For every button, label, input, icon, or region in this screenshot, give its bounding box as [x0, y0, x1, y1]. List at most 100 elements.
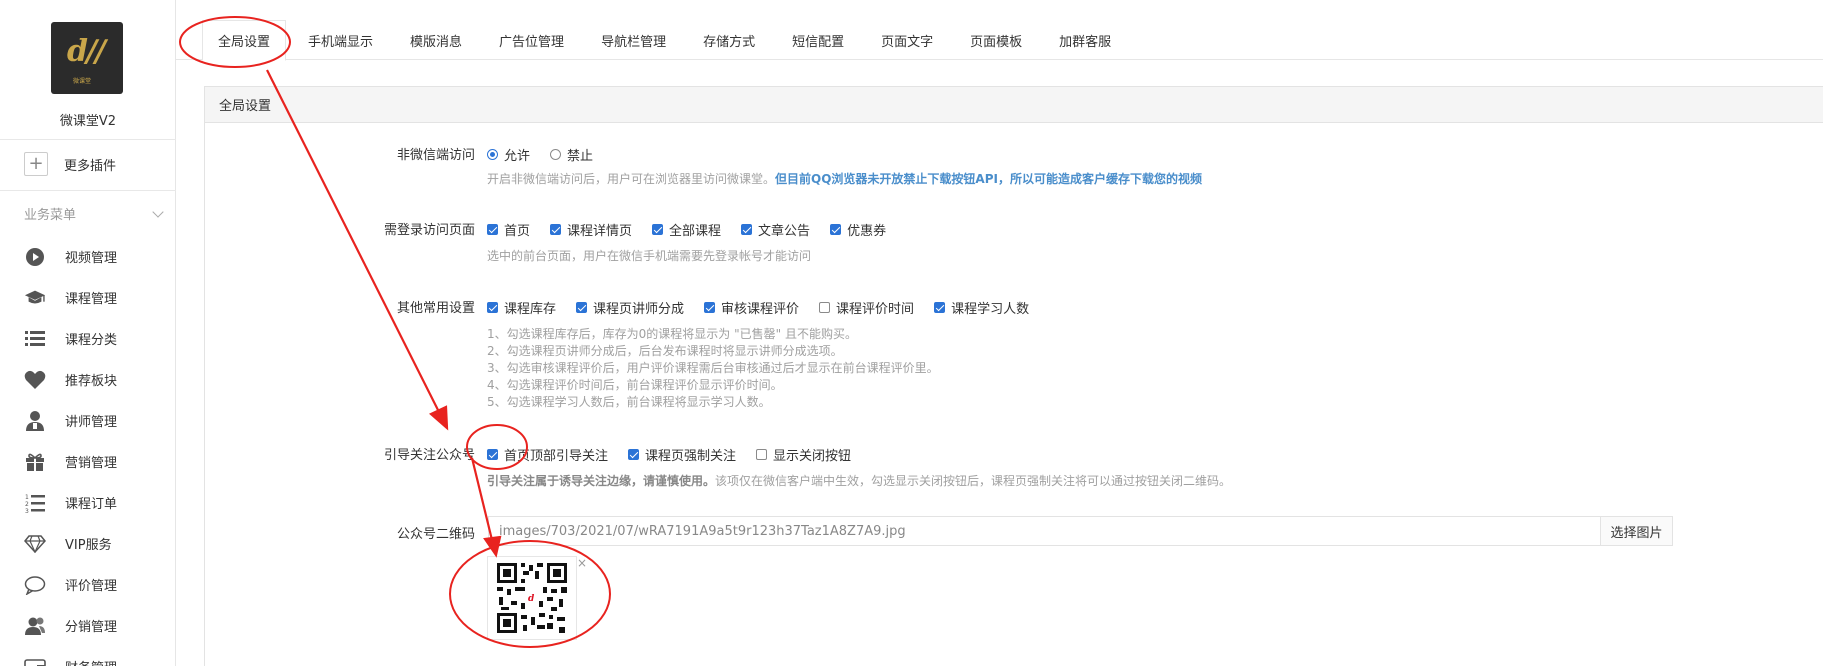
diamond-icon — [24, 533, 46, 555]
checkbox-checked-icon — [934, 302, 946, 313]
tab-ad-slots[interactable]: 广告位管理 — [484, 20, 579, 60]
sidebar-item-label: 视频管理 — [65, 251, 118, 266]
radio-unchecked-icon — [550, 149, 562, 160]
common-settings-label: 其他常用设置 — [396, 301, 475, 316]
coupons-checkbox[interactable]: 优惠券 — [830, 220, 886, 239]
radio-checked-icon — [487, 149, 498, 160]
nonwechat-access-label: 非微信端访问 — [396, 148, 475, 163]
wallet-icon — [24, 656, 46, 666]
course-force-follow-checkbox[interactable]: 课程页强制关注 — [628, 445, 736, 464]
list-icon — [24, 328, 46, 350]
learner-count-checkbox[interactable]: 课程学习人数 — [934, 298, 1029, 317]
course-detail-checkbox[interactable]: 课程详情页 — [550, 220, 632, 239]
tab-sms-config[interactable]: 短信配置 — [777, 20, 859, 60]
qrcode-picker: 选择图片 — [488, 516, 1673, 546]
note-line: 5、勾选课程学习人数后，前台课程将显示学习人数。 — [487, 395, 771, 409]
forbid-label: 禁止 — [567, 149, 594, 164]
checkbox-checked-icon — [628, 449, 640, 460]
svg-text:3: 3 — [25, 508, 29, 513]
teacher-share-checkbox[interactable]: 课程页讲师分成 — [576, 298, 684, 317]
logo-mark-icon: d// — [67, 34, 106, 69]
checkbox-checked-icon — [652, 224, 664, 235]
sidebar-item-marketing[interactable]: 营销管理 — [0, 441, 176, 482]
more-plugins-label: 更多插件 — [64, 158, 117, 174]
more-plugins-button[interactable]: + 更多插件 — [24, 152, 116, 176]
all-courses-checkbox[interactable]: 全部课程 — [652, 220, 721, 239]
sidebar-item-label: 财务管理 — [65, 657, 117, 666]
play-icon — [24, 246, 46, 268]
tab-nav-bar[interactable]: 导航栏管理 — [586, 20, 681, 60]
menu-group-label: 业务菜单 — [24, 208, 77, 223]
tab-mobile-display[interactable]: 手机端显示 — [293, 20, 388, 60]
menu-group-header[interactable]: 业务菜单 — [24, 204, 168, 223]
sidebar-item-courses[interactable]: 课程管理 — [0, 277, 176, 318]
checkbox-unchecked-icon — [756, 449, 768, 460]
tab-page-text[interactable]: 页面文字 — [866, 20, 948, 60]
sidebar-item-label: 课程管理 — [65, 292, 118, 307]
remove-image-icon[interactable]: × — [577, 556, 587, 570]
checkbox-label: 课程库存 — [504, 302, 557, 317]
gift-icon — [24, 451, 46, 473]
sidebar-item-categories[interactable]: 课程分类 — [0, 318, 176, 359]
nonwechat-access-options: 允许 禁止 — [487, 145, 613, 164]
follow-guide-help: 引导关注属于诱导关注边缘，请谨慎使用。该项仅在微信客户端中生效，勾选显示关闭按钮… — [487, 472, 1231, 489]
checkbox-label: 文章公告 — [758, 224, 811, 239]
tab-template-messages[interactable]: 模版消息 — [395, 20, 477, 60]
checkbox-label: 课程学习人数 — [951, 302, 1030, 317]
home-top-follow-checkbox[interactable]: 首页顶部引导关注 — [487, 445, 608, 464]
allow-radio[interactable]: 允许 — [487, 145, 530, 164]
home-checkbox[interactable]: 首页 — [487, 220, 530, 239]
checkbox-checked-icon — [487, 302, 498, 313]
login-pages-options: 首页 课程详情页 全部课程 文章公告 优惠券 — [487, 220, 906, 239]
checkbox-unchecked-icon — [819, 302, 831, 313]
qrcode-preview: d — [487, 556, 577, 640]
sidebar-item-label: 分销管理 — [65, 620, 118, 635]
nonwechat-help-text: 开启非微信端访问后，用户可在浏览器里访问微课堂。 — [487, 172, 776, 186]
sidebar-item-label: VIP服务 — [65, 538, 112, 553]
settings-tabs: 全局设置 手机端显示 模版消息 广告位管理 导航栏管理 存储方式 短信配置 页面… — [176, 20, 1823, 61]
show-close-button-checkbox[interactable]: 显示关闭按钮 — [756, 445, 851, 464]
tab-page-template[interactable]: 页面模板 — [955, 20, 1037, 60]
sidebar: d// 微课堂 微课堂V2 + 更多插件 业务菜单 视频管理 课程管理 课程分类 — [0, 0, 176, 666]
review-time-checkbox[interactable]: 课程评价时间 — [819, 298, 914, 317]
sidebar-item-orders[interactable]: 123 课程订单 — [0, 482, 176, 523]
chevron-down-icon — [152, 205, 164, 218]
follow-guide-warning: 引导关注属于诱导关注边缘，请谨慎使用。 — [487, 474, 716, 488]
follow-guide-help-text: 该项仅在微信客户端中生效，勾选显示关闭按钮后，课程页强制关注将可以通过按钮关闭二… — [715, 474, 1232, 488]
qrcode-center-logo: d — [528, 594, 535, 604]
svg-text:1: 1 — [25, 494, 29, 501]
sidebar-item-videos[interactable]: 视频管理 — [0, 236, 176, 277]
tab-storage[interactable]: 存储方式 — [688, 20, 770, 60]
nonwechat-help: 开启非微信端访问后，用户可在浏览器里访问微课堂。但目前QQ浏览器未开放禁止下载按… — [487, 170, 1202, 187]
choose-image-button[interactable]: 选择图片 — [1600, 516, 1673, 546]
sidebar-item-distribution[interactable]: 分销管理 — [0, 605, 176, 646]
qrcode-path-input[interactable] — [488, 516, 1600, 546]
checkbox-label: 课程详情页 — [567, 224, 633, 239]
sidebar-item-recommend[interactable]: 推荐板块 — [0, 359, 176, 400]
tab-global-settings[interactable]: 全局设置 — [202, 20, 287, 61]
nonwechat-help-warning: 但目前QQ浏览器未开放禁止下载按钮API，所以可能造成客户缓存下载您的视频 — [775, 172, 1202, 186]
sidebar-menu: 视频管理 课程管理 课程分类 推荐板块 讲师管理 营销管理 1 2 3 课程订单… — [0, 236, 176, 666]
follow-guide-options: 首页顶部引导关注 课程页强制关注 显示关闭按钮 — [487, 445, 871, 464]
sidebar-item-vip[interactable]: VIP服务 — [0, 523, 176, 564]
sidebar-item-label: 讲师管理 — [65, 415, 118, 430]
users-icon — [24, 615, 46, 637]
app-logo[interactable]: d// 微课堂 — [51, 22, 123, 94]
sidebar-item-finance[interactable]: 财务管理 — [0, 646, 176, 666]
graduation-cap-icon — [24, 287, 46, 309]
sidebar-item-label: 课程分类 — [65, 333, 118, 348]
tab-group-service[interactable]: 加群客服 — [1044, 20, 1126, 60]
follow-guide-label: 引导关注公众号 — [383, 448, 475, 463]
checkbox-checked-icon — [830, 224, 842, 235]
sidebar-divider — [0, 139, 176, 140]
forbid-radio[interactable]: 禁止 — [550, 145, 593, 164]
review-audit-checkbox[interactable]: 审核课程评价 — [704, 298, 799, 317]
teacher-icon — [24, 410, 46, 432]
articles-checkbox[interactable]: 文章公告 — [741, 220, 810, 239]
plus-icon: + — [24, 152, 48, 176]
checkbox-label: 全部课程 — [669, 224, 722, 239]
course-stock-checkbox[interactable]: 课程库存 — [487, 298, 556, 317]
sidebar-item-teachers[interactable]: 讲师管理 — [0, 400, 176, 441]
checkbox-label: 课程评价时间 — [836, 302, 915, 317]
sidebar-item-reviews[interactable]: 评价管理 — [0, 564, 176, 605]
